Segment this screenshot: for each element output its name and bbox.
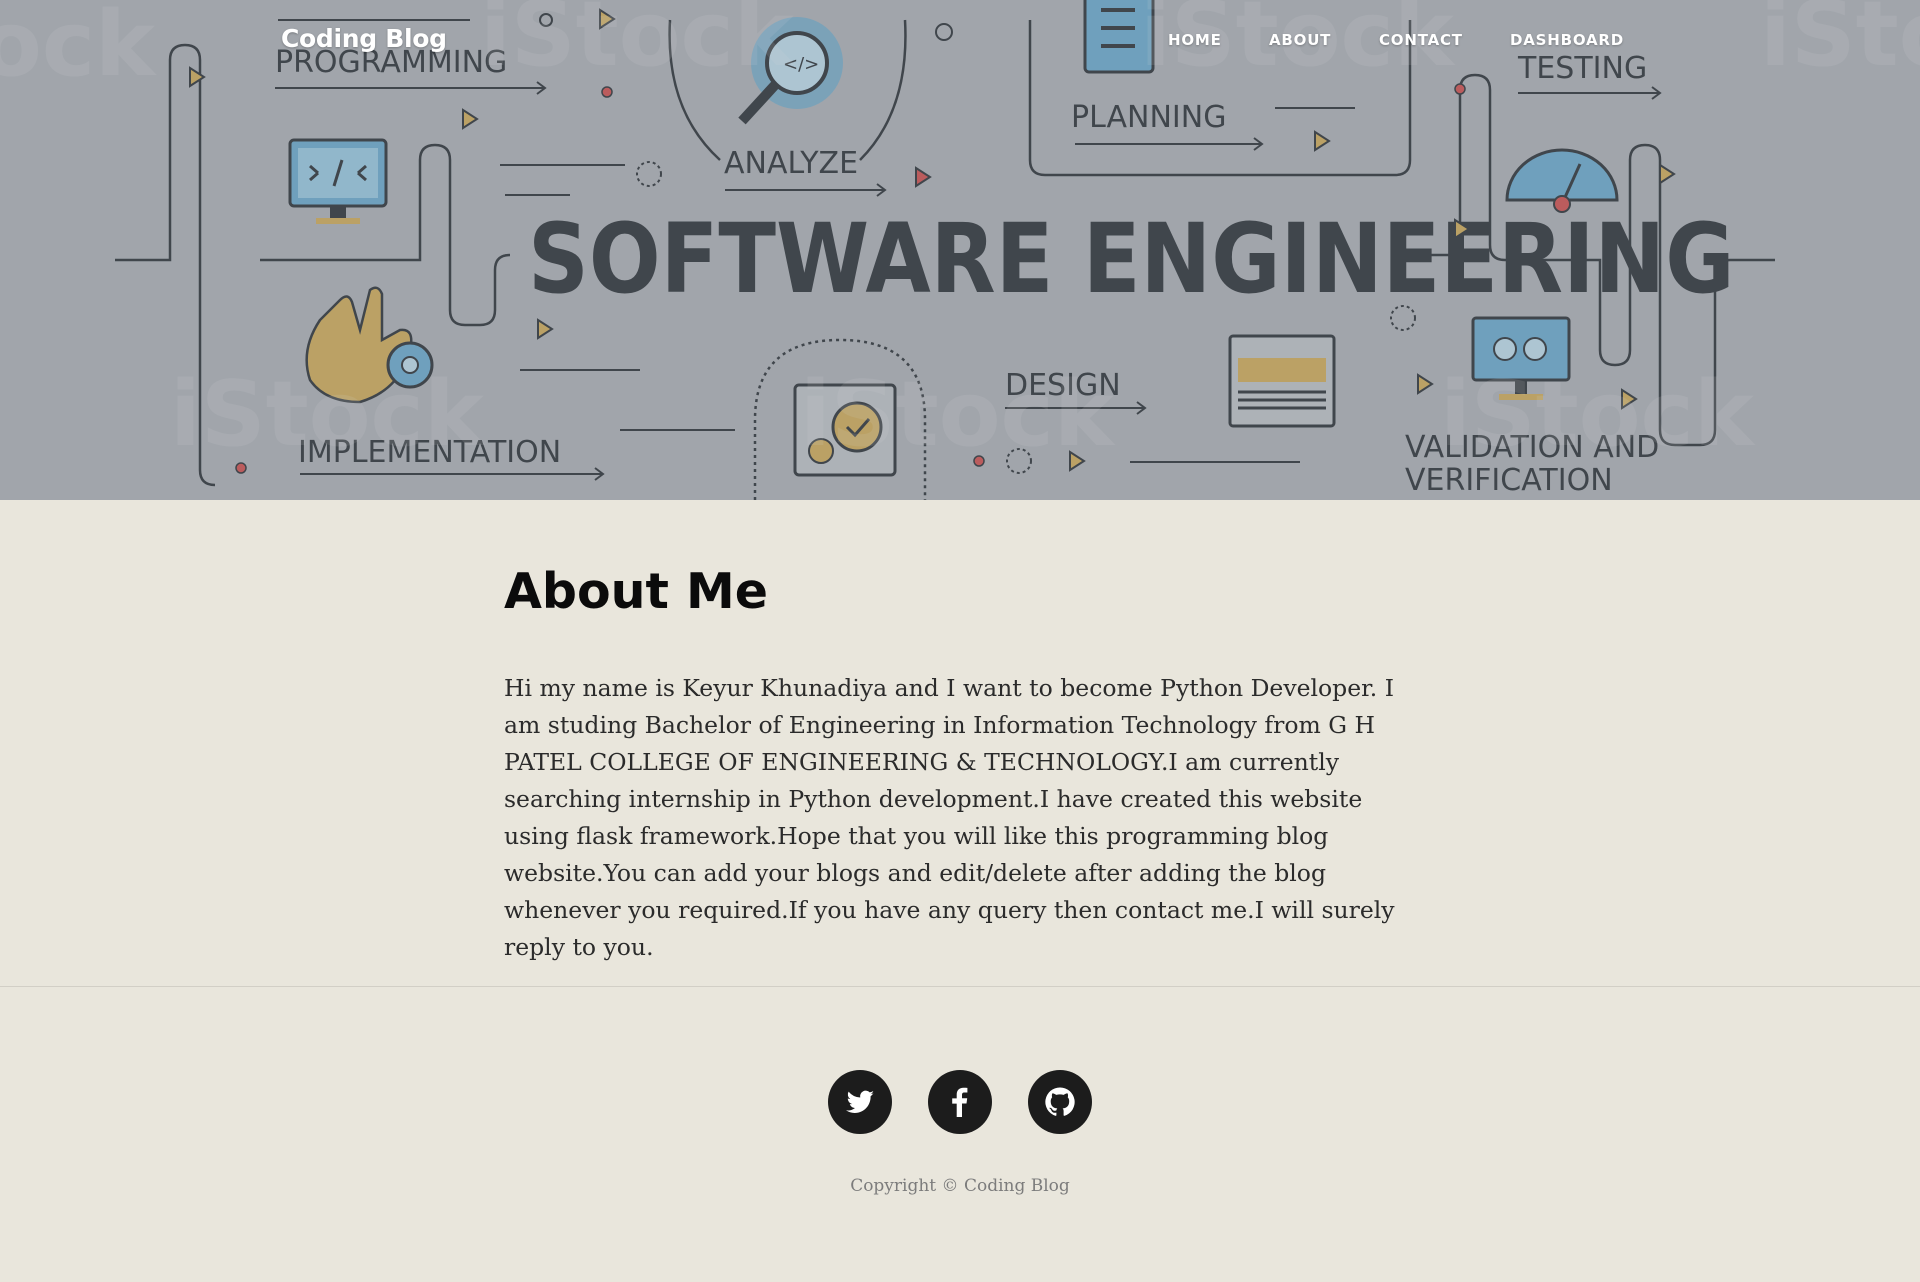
- facebook-icon: [952, 1087, 968, 1117]
- hero-banner: PROGRAMMING ANALYZE PLANNING TESTING IMP…: [0, 0, 1920, 500]
- nav-home[interactable]: HOME: [1168, 31, 1222, 49]
- github-icon: [1045, 1087, 1075, 1116]
- social-links: [828, 1070, 1092, 1134]
- twitter-link[interactable]: [828, 1070, 892, 1134]
- github-link[interactable]: [1028, 1070, 1092, 1134]
- facebook-link[interactable]: [928, 1070, 992, 1134]
- nav-contact[interactable]: CONTACT: [1379, 31, 1463, 49]
- footer-divider: [0, 986, 1920, 987]
- nav-about[interactable]: ABOUT: [1269, 31, 1331, 49]
- copyright-text: Copyright © Coding Blog: [850, 1176, 1070, 1196]
- about-text: Hi my name is Keyur Khunadiya and I want…: [504, 674, 1395, 961]
- brand-logo-link[interactable]: Coding Blog: [281, 24, 447, 53]
- nav-dashboard[interactable]: DASHBOARD: [1510, 31, 1624, 49]
- hero-overlay: [0, 0, 1920, 500]
- page-title: About Me: [504, 563, 769, 620]
- twitter-icon: [846, 1090, 874, 1113]
